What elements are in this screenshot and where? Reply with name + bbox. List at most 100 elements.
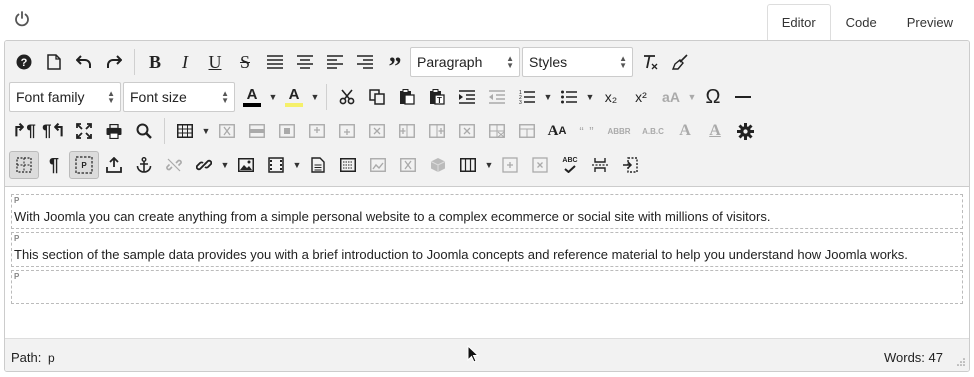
align-left-icon[interactable]	[320, 48, 350, 76]
remove-column-icon[interactable]	[525, 151, 555, 179]
paragraph-block[interactable]: P	[11, 270, 963, 304]
quote-icon[interactable]: “ ”	[572, 117, 602, 145]
cut-icon[interactable]	[332, 83, 362, 111]
insert-row-after-icon[interactable]	[332, 117, 362, 145]
tab-editor[interactable]: Editor	[766, 4, 831, 41]
columns-icon[interactable]	[453, 151, 483, 179]
spellcheck-icon[interactable]: ABC	[555, 151, 585, 179]
font-family-select[interactable]: Font family ▲ ▼	[9, 82, 121, 112]
table-cell-properties-icon[interactable]	[272, 117, 302, 145]
indent-icon[interactable]	[452, 83, 482, 111]
chevron-down-icon[interactable]: ▼	[309, 83, 321, 111]
split-cells-icon[interactable]	[482, 117, 512, 145]
clear-formatting-icon[interactable]	[635, 48, 665, 76]
toolbar-row-1: ? B I U S ” Paragraph ▲ ▼ Styles ▲ ▼	[9, 46, 695, 80]
chevron-down-icon[interactable]: ▼	[219, 151, 231, 179]
rtl-direction-icon[interactable]: ¶↰	[39, 117, 69, 145]
editor-content[interactable]: P With Joomla you can create anything fr…	[5, 188, 969, 338]
power-icon[interactable]	[12, 9, 32, 29]
change-case-icon[interactable]: aA	[656, 83, 686, 111]
font-size-select[interactable]: Font size ▲ ▼	[123, 82, 235, 112]
chevron-down-icon[interactable]: ▼	[200, 117, 212, 145]
align-justify-icon[interactable]	[260, 48, 290, 76]
insert-row-before-icon[interactable]	[302, 117, 332, 145]
acronym-icon[interactable]: A.B.C	[636, 117, 670, 145]
paragraph-text[interactable]: With Joomla you can create anything from…	[14, 209, 770, 224]
help-icon[interactable]: ?	[9, 48, 39, 76]
page-break-icon[interactable]	[585, 151, 615, 179]
insert-column-before-icon[interactable]	[392, 117, 422, 145]
resize-handle-icon[interactable]	[955, 358, 965, 368]
visual-blocks-icon[interactable]: P	[69, 151, 99, 179]
subscript-icon[interactable]: x₂	[596, 83, 626, 111]
chevron-down-icon[interactable]: ▼	[542, 83, 554, 111]
block-format-select[interactable]: Paragraph ▲ ▼	[410, 47, 520, 77]
underline-icon[interactable]: U	[200, 48, 230, 76]
chevron-down-icon[interactable]: ▼	[686, 83, 698, 111]
object-cube-icon[interactable]	[423, 151, 453, 179]
strikethrough-icon[interactable]: S	[230, 48, 260, 76]
undo-icon[interactable]	[69, 48, 99, 76]
template-document-icon[interactable]	[303, 151, 333, 179]
align-center-icon[interactable]	[290, 48, 320, 76]
merge-cells-icon[interactable]	[512, 117, 542, 145]
special-character-omega-icon[interactable]: Ω	[698, 83, 728, 111]
remove-image-icon[interactable]	[393, 151, 423, 179]
bold-icon[interactable]: B	[140, 48, 170, 76]
insert-template-icon[interactable]	[333, 151, 363, 179]
unlink-icon[interactable]	[159, 151, 189, 179]
image-icon[interactable]	[231, 151, 261, 179]
italic-icon[interactable]: I	[170, 48, 200, 76]
text-attributes-icon[interactable]: A	[700, 117, 730, 145]
paintbrush-icon[interactable]	[665, 48, 695, 76]
chevron-down-icon[interactable]: ▼	[483, 151, 495, 179]
styles-select[interactable]: Styles ▲ ▼	[522, 47, 633, 77]
numbered-list-icon[interactable]: 123	[512, 83, 542, 111]
font-style-icon[interactable]: AA	[542, 117, 572, 145]
abbreviation-icon[interactable]: ABBR	[602, 117, 636, 145]
insert-column-after-icon[interactable]	[422, 117, 452, 145]
background-color-icon[interactable]: A	[279, 83, 309, 111]
redo-icon[interactable]	[99, 48, 129, 76]
upload-icon[interactable]	[99, 151, 129, 179]
visual-aid-icon[interactable]	[9, 151, 39, 179]
bullet-list-icon[interactable]	[554, 83, 584, 111]
add-column-icon[interactable]	[495, 151, 525, 179]
blockquote-icon[interactable]: ”	[380, 48, 410, 80]
ltr-direction-icon[interactable]: ↱¶	[9, 117, 39, 145]
outdent-icon[interactable]	[482, 83, 512, 111]
paste-icon[interactable]	[392, 83, 422, 111]
delete-table-icon[interactable]	[212, 117, 242, 145]
chevron-down-icon[interactable]: ▼	[291, 151, 303, 179]
image-placeholder-icon[interactable]	[363, 151, 393, 179]
path-item-p[interactable]: p	[48, 351, 55, 365]
table-icon[interactable]	[170, 117, 200, 145]
superscript-icon[interactable]: x²	[626, 83, 656, 111]
chevron-down-icon[interactable]: ▼	[267, 83, 279, 111]
copy-icon[interactable]	[362, 83, 392, 111]
paste-text-icon[interactable]: T	[422, 83, 452, 111]
horizontal-rule-icon[interactable]	[728, 83, 758, 111]
anchor-icon[interactable]	[129, 151, 159, 179]
tab-preview[interactable]: Preview	[892, 4, 968, 40]
paragraph-text[interactable]: This section of the sample data provides…	[14, 247, 908, 262]
visual-chars-icon[interactable]: ¶	[39, 151, 69, 179]
font-color-icon[interactable]: A	[237, 83, 267, 111]
table-row-properties-icon[interactable]	[242, 117, 272, 145]
print-icon[interactable]	[99, 117, 129, 145]
tab-code[interactable]: Code	[831, 4, 892, 40]
fullscreen-icon[interactable]	[69, 117, 99, 145]
media-icon[interactable]	[261, 151, 291, 179]
gear-icon[interactable]	[730, 117, 760, 145]
delete-row-icon[interactable]	[362, 117, 392, 145]
paragraph-block[interactable]: P This section of the sample data provid…	[11, 232, 963, 267]
delete-column-icon[interactable]	[452, 117, 482, 145]
attributes-icon[interactable]: A	[670, 117, 700, 145]
paragraph-block[interactable]: P With Joomla you can create anything fr…	[11, 194, 963, 229]
align-right-icon[interactable]	[350, 48, 380, 76]
search-icon[interactable]	[129, 117, 159, 145]
link-icon[interactable]	[189, 151, 219, 179]
new-document-icon[interactable]	[39, 48, 69, 76]
chevron-down-icon[interactable]: ▼	[584, 83, 596, 111]
insert-nonbreaking-icon[interactable]	[615, 151, 645, 179]
